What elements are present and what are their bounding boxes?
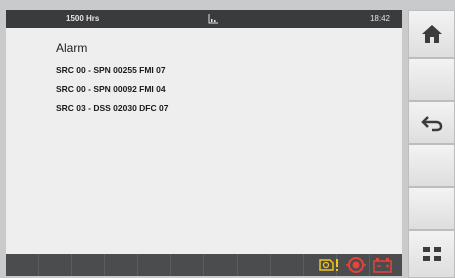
clock: 18:42 (369, 14, 390, 23)
bottom-status-bar (6, 254, 402, 276)
stop-icon (346, 257, 366, 273)
status-bar: 1500 Hrs 18:42 (6, 10, 402, 28)
menu-button[interactable] (408, 230, 455, 278)
engine-hours: 1500 Hrs (66, 14, 100, 23)
side-button-blank-2[interactable] (408, 144, 455, 187)
alarm-item[interactable]: SRC 03 - DSS 02030 DFC 07 (56, 103, 168, 122)
alarm-item[interactable]: SRC 00 - SPN 00255 FMI 07 (56, 65, 168, 84)
home-icon (421, 25, 442, 43)
grid-menu-icon (422, 247, 441, 261)
side-button-blank-1[interactable] (408, 58, 455, 101)
engine-warning-icon (319, 259, 338, 271)
battery-icon (373, 258, 392, 273)
page-title: Alarm (56, 41, 88, 55)
home-button[interactable] (408, 10, 455, 58)
back-button[interactable] (408, 101, 455, 144)
alarm-list: SRC 00 - SPN 00255 FMI 07 SRC 00 - SPN 0… (56, 65, 168, 122)
alarm-item[interactable]: SRC 00 - SPN 00092 FMI 04 (56, 84, 168, 103)
chart-icon (208, 14, 218, 24)
side-button-blank-3[interactable] (408, 187, 455, 230)
side-nav (408, 10, 455, 278)
alarm-panel: Alarm SRC 00 - SPN 00255 FMI 07 SRC 00 -… (6, 28, 402, 254)
back-icon (420, 115, 442, 131)
